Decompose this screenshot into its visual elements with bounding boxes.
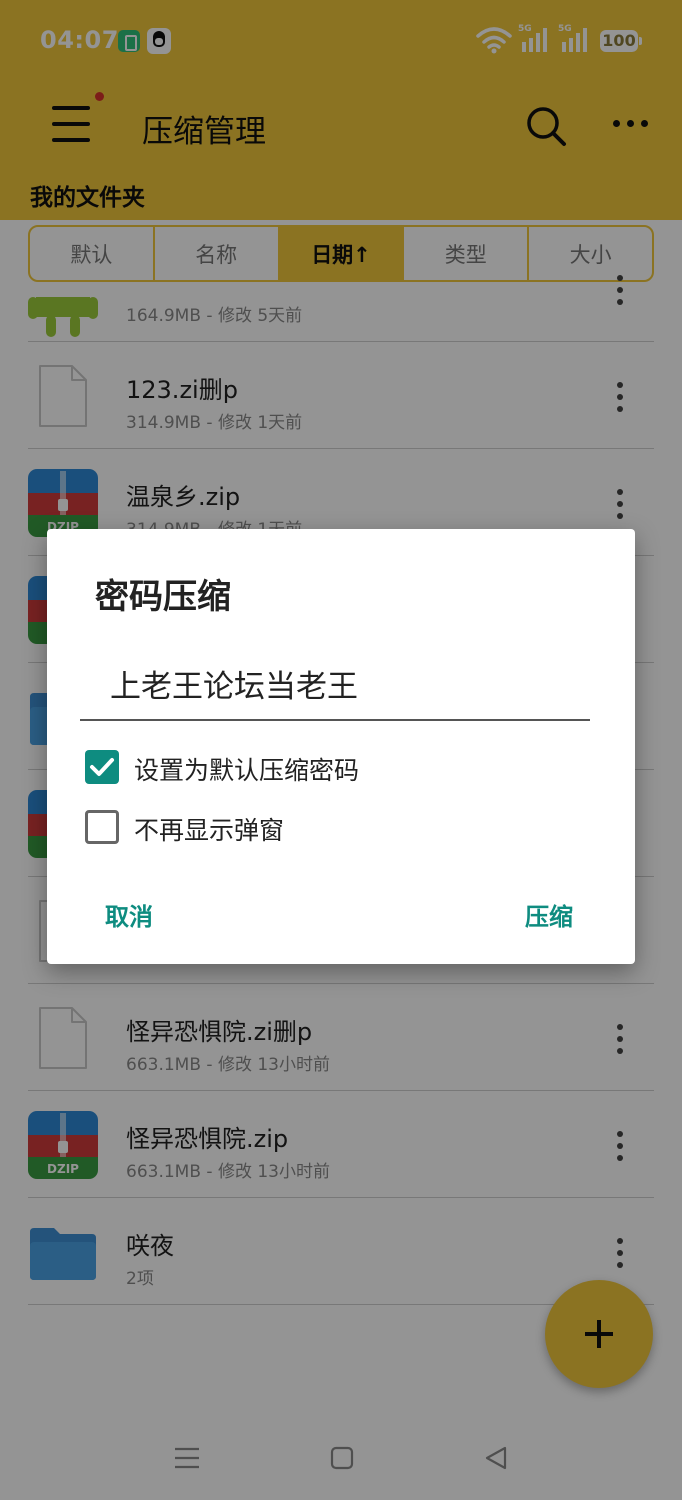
no-popup-checkbox-row[interactable]: 不再显示弹窗 (85, 810, 325, 848)
password-input[interactable] (80, 647, 590, 721)
password-compress-dialog: 密码压缩 设置为默认压缩密码 不再显示弹窗 取消 压缩 (47, 529, 635, 964)
no-popup-label: 不再显示弹窗 (134, 816, 285, 845)
cancel-button[interactable]: 取消 (97, 893, 161, 936)
default-password-checkbox[interactable] (85, 750, 119, 784)
checkmark-icon (90, 758, 114, 776)
default-password-checkbox-row[interactable]: 设置为默认压缩密码 (85, 750, 405, 788)
dialog-title: 密码压缩 (95, 577, 231, 617)
default-password-label: 设置为默认压缩密码 (134, 756, 360, 785)
compress-button[interactable]: 压缩 (517, 893, 581, 936)
no-popup-checkbox[interactable] (85, 810, 119, 844)
